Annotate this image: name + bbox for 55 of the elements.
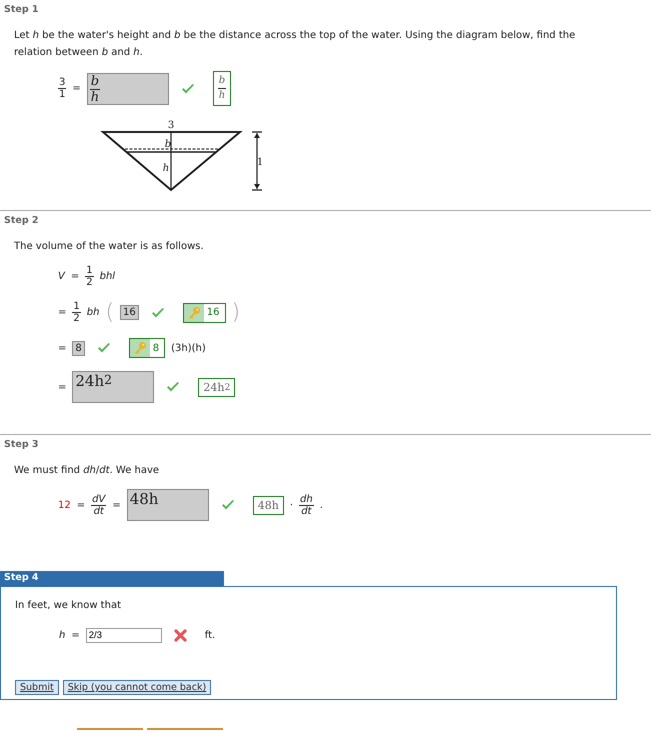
fraction-denominator: dt: [301, 506, 312, 516]
answer-box[interactable]: 24h$^{2}$: [72, 371, 154, 403]
step-header: Step 4: [0, 571, 224, 586]
math-text: =: [58, 307, 66, 318]
math-text: ·: [290, 500, 293, 510]
instruction-text: In feet, we know that: [15, 599, 122, 613]
math-text: =: [112, 500, 121, 510]
math-variable: V: [58, 271, 65, 282]
fraction-numerator: dh: [299, 494, 314, 506]
given-value: 12: [58, 500, 71, 510]
fraction-numerator: 3: [58, 77, 66, 89]
correct-answer-box: 8: [128, 338, 166, 358]
diagram-label: 3: [168, 120, 174, 131]
math-variable: bhl: [100, 271, 116, 282]
correct-answer-box: 48h: [252, 496, 284, 514]
diagram-label: 1: [256, 157, 264, 168]
parenthesis: (: [105, 300, 114, 325]
diagram-label: b: [164, 139, 172, 150]
fraction-denominator: 2: [73, 313, 80, 324]
diagram-label: h: [162, 163, 170, 174]
math-variable: h: [59, 630, 66, 640]
answer-box[interactable]: 16: [120, 305, 139, 320]
math-text: =: [76, 500, 86, 510]
fraction-numerator: dV: [91, 494, 106, 506]
step-title: Step 2: [3, 214, 40, 226]
correct-answer-box: b h: [212, 71, 232, 106]
step-title: Step 1: [3, 3, 40, 15]
fraction-denominator: dt: [94, 506, 104, 516]
instruction-text: We must find dh/dt. We have: [14, 464, 160, 478]
math-text: =: [58, 382, 66, 392]
math-text: .: [320, 500, 323, 510]
action-button[interactable]: Skip (you cannot come back): [62, 680, 212, 695]
answer-box[interactable]: 48h: [126, 489, 209, 521]
math-text: ft.: [204, 630, 216, 640]
parenthesis: ): [232, 300, 240, 325]
answer-field[interactable]: 2/3: [86, 628, 162, 642]
math-text: =: [71, 630, 80, 640]
fraction-denominator: 1: [59, 89, 66, 100]
math-text: =: [72, 83, 81, 94]
instruction-text: The volume of the water is as follows.: [14, 240, 205, 254]
fraction-denominator: 2: [86, 277, 93, 288]
fraction-numerator: 1: [85, 265, 94, 277]
answer-box[interactable]: 8: [72, 340, 85, 356]
correct-answer-box: 16: [182, 302, 226, 322]
math-variable: bh: [86, 307, 100, 318]
step-title: Step 3: [3, 438, 40, 450]
math-text: =: [70, 271, 80, 282]
instruction-text: Let h be the water's height and b be the distance across the top of the water. Using the diagram below, find the relation between b and h.: [14, 29, 576, 60]
math-text: =: [58, 342, 66, 354]
dimension-arrow: [251, 131, 263, 191]
answer-box[interactable]: b h: [86, 72, 169, 104]
fraction-numerator: 1: [72, 301, 81, 313]
button-edge: [77, 728, 143, 733]
action-button[interactable]: Submit: [15, 680, 59, 695]
math-text: (3h)(h): [171, 342, 206, 354]
